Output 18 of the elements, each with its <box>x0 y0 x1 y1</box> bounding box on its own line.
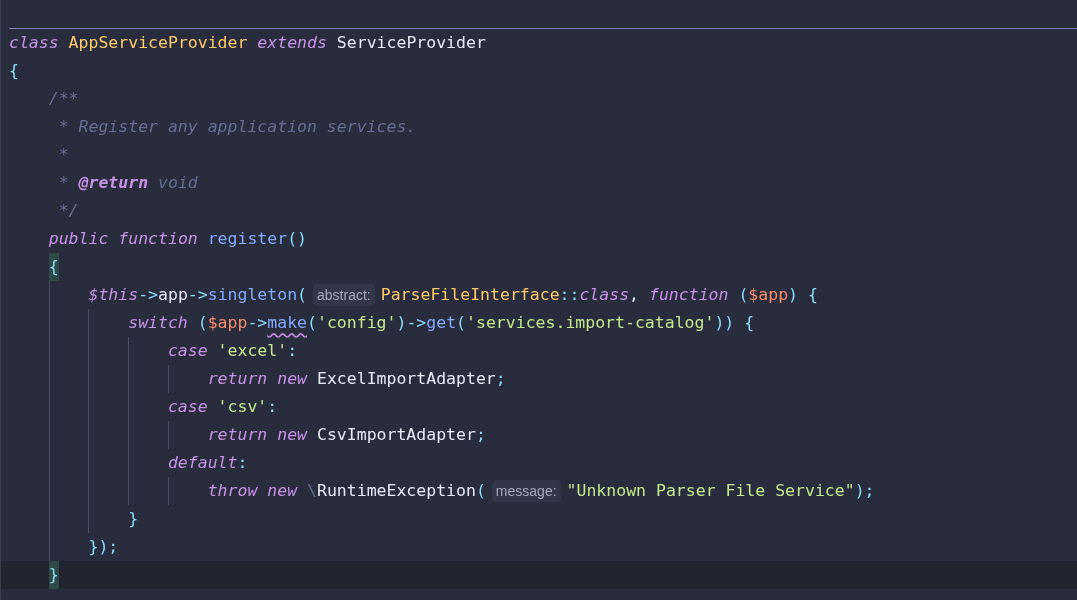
code-line: */ <box>57 200 80 222</box>
code-line: class AppServiceProvider extends ServiceProvider <box>8 32 487 54</box>
code-line: return new ExcelImportAdapter; <box>1 365 1077 393</box>
code-line: throw new \RuntimeException( message: "Unknown Parser File Service"); <box>1 477 1077 505</box>
code-line: * <box>57 144 70 166</box>
code-line: } <box>1 505 1077 533</box>
code-line: $this->app->singleton( abstract: ParseFileInterface::class, function ($app) { <box>1 281 1077 309</box>
code-line: { <box>8 60 20 82</box>
code-line: /** <box>47 88 80 110</box>
code-line: * @return void <box>57 172 199 194</box>
code-line: case 'excel': <box>1 337 1077 365</box>
code-line: { <box>1 253 1077 281</box>
code-line: return new CsvImportAdapter; <box>1 421 1077 449</box>
code-line: case 'csv': <box>1 393 1077 421</box>
code-line: switch ($app->make('config')->get('services.import-catalog')) { <box>1 309 1077 337</box>
code-line: default: <box>1 449 1077 477</box>
code-line: * Register any application services. <box>57 116 418 138</box>
code-line: public function register() <box>47 228 309 250</box>
